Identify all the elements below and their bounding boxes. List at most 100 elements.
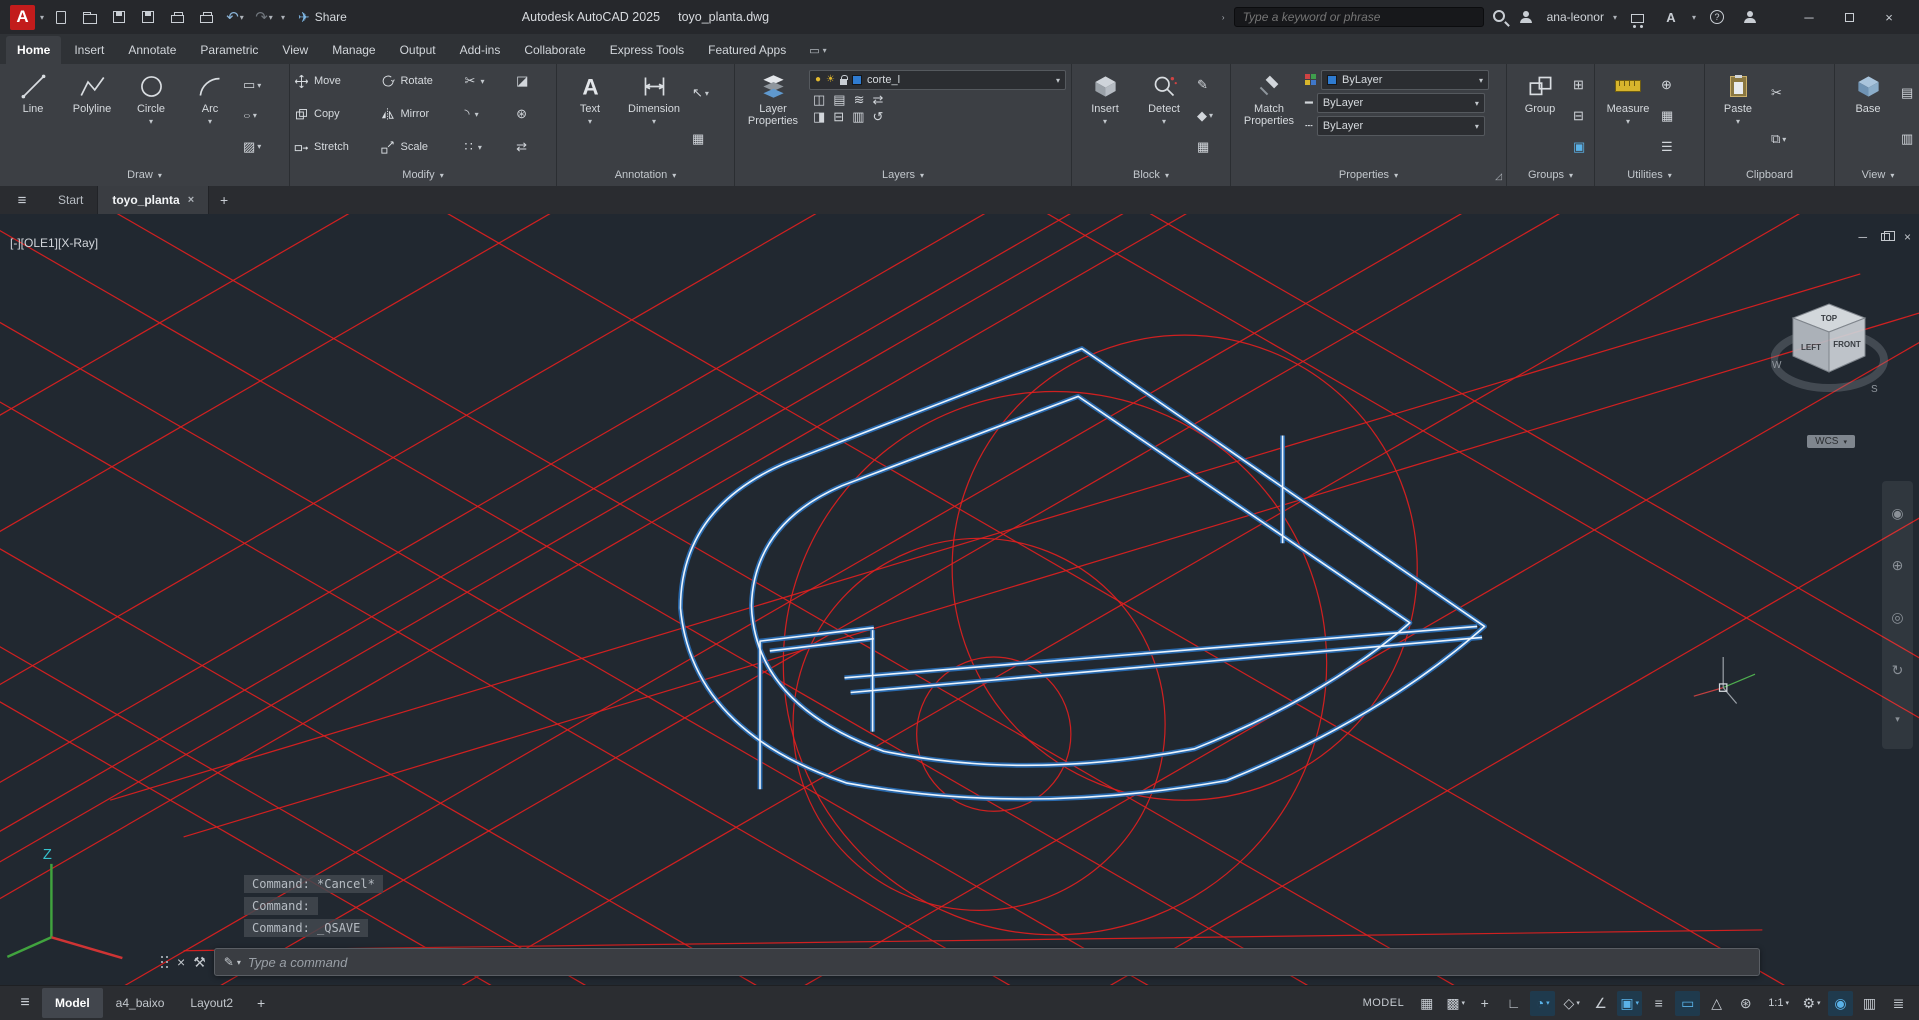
- orbit-icon[interactable]: ↻: [1892, 662, 1904, 679]
- user-name[interactable]: ana-leonor: [1547, 10, 1604, 24]
- layer-color-swatch[interactable]: [852, 75, 862, 85]
- tab-express-tools[interactable]: Express Tools: [599, 36, 695, 64]
- move-button[interactable]: Move: [294, 66, 372, 96]
- rotate-button[interactable]: Rotate: [380, 66, 456, 96]
- object-snap[interactable]: ▣▾: [1617, 991, 1642, 1016]
- dynamic-input[interactable]: +: [1472, 991, 1497, 1016]
- window-close-button[interactable]: ×: [1869, 2, 1909, 32]
- undo-button[interactable]: ↶▾: [223, 5, 247, 29]
- create-block-tool[interactable]: ✎: [1195, 76, 1215, 94]
- tab-manage[interactable]: Manage: [321, 36, 386, 64]
- arc-caret[interactable]: ▾: [208, 117, 212, 126]
- trim-button[interactable]: ✂▾: [465, 66, 509, 96]
- ellipse-tool[interactable]: ○▾: [241, 107, 263, 125]
- selection-cycling[interactable]: ▭: [1675, 991, 1700, 1016]
- group-button[interactable]: Group: [1512, 68, 1568, 164]
- viewport-controls[interactable]: [-][OLE1][X-Ray]: [10, 236, 98, 250]
- qat-customize-caret[interactable]: ▾: [281, 13, 285, 22]
- layout-tab-model[interactable]: Model: [42, 988, 103, 1018]
- share-button[interactable]: ✈Share: [298, 9, 347, 26]
- search-collapse-chevron[interactable]: ›: [1222, 13, 1225, 22]
- polyline-button[interactable]: Polyline: [64, 68, 120, 164]
- detect-button[interactable]: Detect ▾: [1136, 68, 1192, 164]
- autodesk-menu-caret[interactable]: ▾: [1692, 13, 1696, 22]
- new-layout-button[interactable]: +: [246, 995, 276, 1011]
- block-attributes-tool[interactable]: ▦: [1195, 138, 1215, 156]
- group-edit-tool[interactable]: ⊞: [1571, 76, 1587, 94]
- block-panel-label[interactable]: Block▾: [1072, 164, 1230, 186]
- ribbon-display-toggle[interactable]: ▭▾: [799, 37, 836, 64]
- modify-panel-label[interactable]: Modify▾: [290, 164, 556, 186]
- annotation-monitor[interactable]: ◉: [1828, 991, 1853, 1016]
- layer-walk-icon[interactable]: ↺: [873, 110, 884, 124]
- drawing-minimize-button[interactable]: ─: [1858, 230, 1867, 244]
- save-as-button[interactable]: [136, 5, 160, 29]
- layer-lock-tool-icon[interactable]: ▥: [852, 110, 864, 124]
- copy-button[interactable]: Copy: [294, 99, 372, 129]
- layer-thaw-icon[interactable]: ☀: [826, 73, 835, 87]
- polar-tracking[interactable]: ◔▾: [1530, 991, 1555, 1016]
- table-tool[interactable]: ▦: [690, 130, 711, 148]
- linetype-icon[interactable]: ┄: [1305, 119, 1313, 133]
- quick-select-tool[interactable]: ⊕: [1659, 76, 1675, 94]
- layers-panel-label[interactable]: Layers▾: [735, 164, 1071, 186]
- tab-parametric[interactable]: Parametric: [189, 36, 269, 64]
- stretch-button[interactable]: Stretch: [294, 132, 372, 162]
- navbar-more-caret[interactable]: ▾: [1895, 714, 1900, 725]
- utilities-panel-label[interactable]: Utilities▾: [1595, 164, 1704, 186]
- steering-wheel-icon[interactable]: ◉: [1891, 505, 1903, 522]
- tab-start[interactable]: Start: [44, 186, 98, 214]
- offset-button[interactable]: ⇄: [516, 132, 552, 162]
- annotation-panel-label[interactable]: Annotation▾: [557, 164, 734, 186]
- layer-freeze-icon[interactable]: ▤: [833, 93, 845, 107]
- groups-panel-label[interactable]: Groups▾: [1507, 164, 1594, 186]
- lineweight-dropdown[interactable]: ByLayer ▾: [1317, 93, 1485, 113]
- command-prompt-icon[interactable]: ✎▾: [224, 955, 241, 969]
- layer-properties-button[interactable]: Layer Properties: [740, 68, 806, 164]
- search-input[interactable]: [1234, 7, 1484, 27]
- ortho-mode[interactable]: ∟: [1501, 991, 1526, 1016]
- scale-button[interactable]: Scale: [380, 132, 456, 162]
- autodesk-account-icon[interactable]: A: [1659, 5, 1683, 29]
- object-snap-tracking[interactable]: ∠: [1588, 991, 1613, 1016]
- window-minimize-button[interactable]: ─: [1789, 2, 1829, 32]
- navigation-bar[interactable]: ◉ ⊕ ◎ ↻ ▾: [1882, 481, 1913, 749]
- tab-add-ins[interactable]: Add-ins: [449, 36, 512, 64]
- view-panel-label[interactable]: View▾: [1835, 164, 1919, 186]
- leader-tool[interactable]: ↖▾: [690, 84, 711, 102]
- quick-calc-tool[interactable]: ▦: [1659, 107, 1675, 125]
- redo-button[interactable]: ↷▾: [252, 5, 276, 29]
- ungroup-tool[interactable]: ⊟: [1571, 107, 1587, 125]
- search-icon[interactable]: [1493, 10, 1505, 25]
- array-button[interactable]: ∷▾: [465, 132, 509, 162]
- paste-button[interactable]: Paste ▾: [1710, 68, 1766, 164]
- layer-match-icon[interactable]: ≋: [854, 93, 865, 107]
- hatch-tool[interactable]: ▨▾: [241, 138, 263, 156]
- base-button[interactable]: Base: [1840, 68, 1896, 164]
- layer-dropdown-caret[interactable]: ▾: [1056, 76, 1060, 85]
- workspace-switching[interactable]: ⚙▾: [1799, 991, 1824, 1016]
- layer-lock-icon[interactable]: [840, 79, 847, 85]
- tab-output[interactable]: Output: [389, 36, 447, 64]
- lineweight-icon[interactable]: ━: [1305, 96, 1313, 110]
- fillet-button[interactable]: ◝▾: [465, 99, 509, 129]
- copy-clip-tool[interactable]: ⧉▾: [1769, 130, 1788, 148]
- layout-tab-layout2[interactable]: Layout2: [177, 988, 246, 1018]
- model-space-label[interactable]: MODEL: [1353, 997, 1415, 1009]
- new-file-button[interactable]: [49, 5, 73, 29]
- insert-button[interactable]: Insert ▾: [1077, 68, 1133, 164]
- new-drawing-tab-button[interactable]: +: [209, 186, 239, 214]
- command-input[interactable]: ✎▾ Type a command: [214, 948, 1760, 976]
- mirror-button[interactable]: Mirror: [380, 99, 456, 129]
- autoscale[interactable]: ⊛: [1733, 991, 1758, 1016]
- pan-icon[interactable]: ⊕: [1892, 557, 1904, 574]
- group-selection-tool[interactable]: ▣: [1571, 138, 1587, 156]
- open-file-button[interactable]: [78, 5, 102, 29]
- layer-isolate-icon[interactable]: ◫: [813, 93, 825, 107]
- color-dropdown[interactable]: ByLayer ▾: [1321, 70, 1489, 90]
- tab-featured-apps[interactable]: Featured Apps: [697, 36, 797, 64]
- app-store-cart-icon[interactable]: [1626, 5, 1650, 29]
- drawing-close-button[interactable]: ×: [1904, 230, 1911, 244]
- explode-button[interactable]: ⊛: [516, 99, 552, 129]
- layer-on-icon[interactable]: ●: [815, 73, 821, 87]
